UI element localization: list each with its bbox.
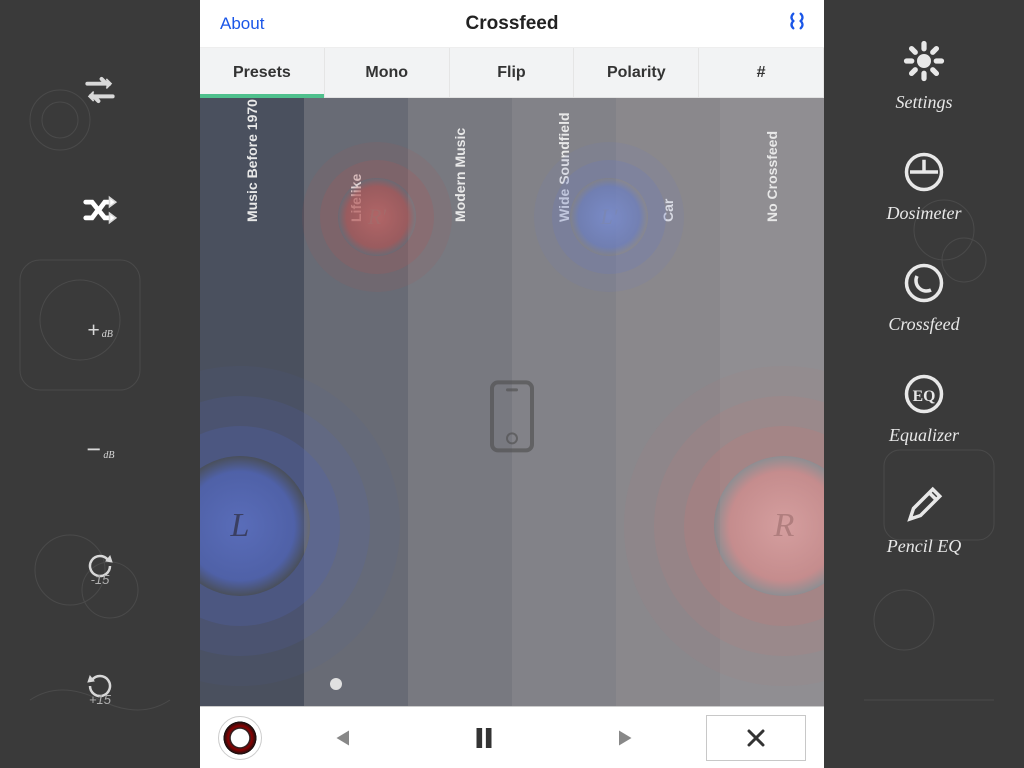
left-sidebar: +dB −dB -15 +15	[0, 0, 200, 768]
crossfeed-visualization[interactable]: Music Before 1970 Lifelike Modern Music …	[200, 98, 824, 706]
pencil-eq-label: Pencil EQ	[887, 536, 961, 557]
equalizer-button[interactable]: EQ Equalizer	[889, 373, 959, 446]
page-title: Crossfeed	[466, 13, 559, 35]
skip-fwd-15-button[interactable]: +15	[70, 660, 130, 720]
previous-track-button[interactable]	[272, 723, 407, 753]
eq-icon: EQ	[903, 373, 945, 415]
dosimeter-button[interactable]: Dosimeter	[887, 151, 962, 224]
about-button[interactable]: About	[220, 14, 264, 34]
close-button[interactable]	[706, 715, 806, 761]
tab-mono[interactable]: Mono	[325, 48, 450, 97]
settings-label: Settings	[896, 92, 953, 113]
tab-flip[interactable]: Flip	[450, 48, 575, 97]
pause-button[interactable]	[417, 723, 552, 753]
left-prime-channel-icon: L'	[570, 178, 648, 256]
gauge-icon	[903, 151, 945, 193]
pencil-icon	[903, 484, 945, 526]
right-sidebar: Settings Dosimeter Crossfeed EQ Equalize…	[824, 0, 1024, 768]
skip-back-15-button[interactable]: -15	[70, 540, 130, 600]
volume-down-button[interactable]: −dB	[70, 420, 130, 480]
next-track-button[interactable]	[561, 723, 696, 753]
tab-hash[interactable]: #	[699, 48, 824, 97]
tab-presets[interactable]: Presets	[200, 48, 325, 97]
tab-polarity[interactable]: Polarity	[574, 48, 699, 97]
tab-row: Presets Mono Flip Polarity #	[200, 48, 824, 98]
album-art-button[interactable]	[218, 716, 262, 760]
svg-text:EQ: EQ	[913, 388, 936, 405]
preset-indicator-dot	[330, 678, 342, 690]
repeat-button[interactable]	[70, 60, 130, 120]
pencil-eq-button[interactable]: Pencil EQ	[887, 484, 961, 557]
crossfeed-icon	[903, 262, 945, 304]
device-icon	[490, 380, 534, 452]
right-prime-channel-icon: R'	[338, 178, 416, 256]
main-panel: About Crossfeed Presets Mono Flip Polari…	[200, 0, 824, 768]
transport-bar	[200, 706, 824, 768]
app-logo-icon[interactable]	[786, 10, 808, 37]
titlebar: About Crossfeed	[200, 0, 824, 48]
gear-icon	[903, 40, 945, 82]
dosimeter-label: Dosimeter	[887, 203, 962, 224]
equalizer-label: Equalizer	[889, 425, 959, 446]
crossfeed-button[interactable]: Crossfeed	[888, 262, 959, 335]
settings-button[interactable]: Settings	[896, 40, 953, 113]
shuffle-button[interactable]	[70, 180, 130, 240]
preset-col-no-crossfeed[interactable]: No Crossfeed	[720, 98, 824, 706]
preset-col-music-before-1970[interactable]: Music Before 1970	[200, 98, 304, 706]
crossfeed-label: Crossfeed	[888, 314, 959, 335]
volume-up-button[interactable]: +dB	[70, 300, 130, 360]
